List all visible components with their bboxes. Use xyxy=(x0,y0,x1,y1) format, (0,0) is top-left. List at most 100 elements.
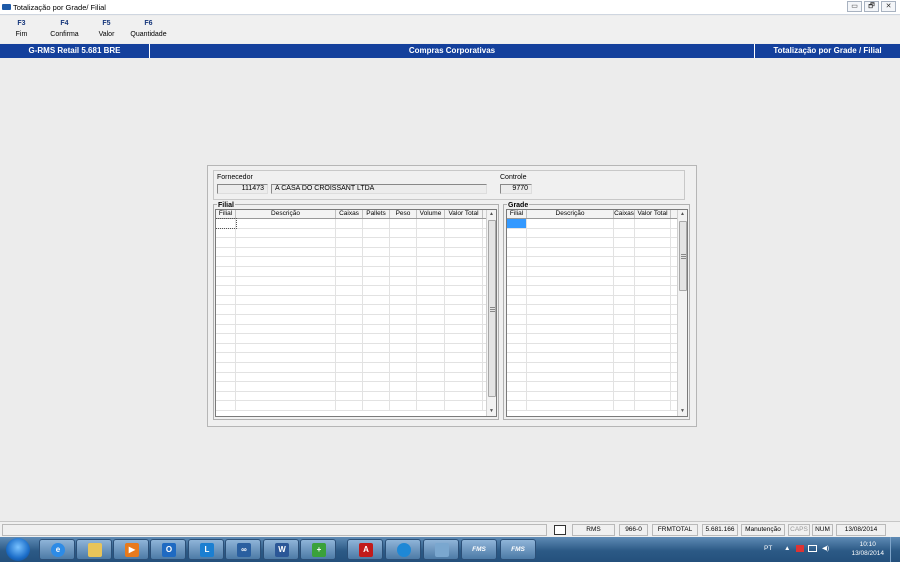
table-cell[interactable] xyxy=(507,247,527,257)
table-cell[interactable] xyxy=(390,353,417,362)
table-cell[interactable] xyxy=(507,295,527,305)
table-cell[interactable] xyxy=(390,334,417,343)
taskbar-db[interactable]: + xyxy=(300,539,336,560)
table-cell[interactable] xyxy=(336,257,363,266)
table-cell[interactable] xyxy=(363,334,390,343)
table-cell[interactable] xyxy=(635,334,671,343)
table-cell[interactable] xyxy=(614,238,635,247)
table-cell[interactable] xyxy=(390,305,417,314)
table-cell[interactable] xyxy=(527,353,614,362)
column-header[interactable]: Peso xyxy=(390,210,417,218)
table-cell[interactable] xyxy=(507,372,527,382)
taskbar-fms-1[interactable]: FMS xyxy=(461,539,497,560)
table-cell[interactable] xyxy=(390,372,417,382)
table-row[interactable] xyxy=(507,324,687,335)
table-cell[interactable] xyxy=(336,401,363,410)
table-cell[interactable] xyxy=(390,266,417,276)
table-cell[interactable] xyxy=(417,305,445,314)
table-cell[interactable] xyxy=(527,276,614,286)
column-header[interactable]: Filial xyxy=(216,210,236,218)
table-row[interactable] xyxy=(216,295,496,306)
table-cell[interactable] xyxy=(527,219,614,228)
table-cell[interactable] xyxy=(236,247,336,257)
table-cell[interactable] xyxy=(216,276,236,286)
table-cell[interactable] xyxy=(236,334,336,343)
table-cell[interactable] xyxy=(216,353,236,362)
scroll-up-arrow[interactable]: ▲ xyxy=(487,210,496,219)
table-cell[interactable] xyxy=(236,343,336,353)
table-cell[interactable] xyxy=(527,257,614,266)
taskbar-fms-2[interactable]: FMS xyxy=(500,539,536,560)
table-cell[interactable] xyxy=(363,343,390,353)
table-cell[interactable] xyxy=(236,257,336,266)
table-cell[interactable] xyxy=(635,228,671,238)
table-cell[interactable] xyxy=(236,238,336,247)
table-cell[interactable] xyxy=(236,324,336,334)
table-cell[interactable] xyxy=(527,286,614,295)
scroll-down-arrow[interactable]: ▼ xyxy=(487,407,496,416)
filial-scrollbar[interactable]: ▲ ▼ xyxy=(486,210,496,416)
grade-grid[interactable]: Filial Descrição Caixas Valor Total ▲ ▼ xyxy=(506,209,688,417)
table-cell[interactable] xyxy=(417,247,445,257)
table-cell[interactable] xyxy=(445,219,483,228)
table-cell[interactable] xyxy=(635,382,671,391)
table-row[interactable] xyxy=(507,362,687,373)
table-cell[interactable] xyxy=(635,353,671,362)
table-cell[interactable] xyxy=(336,219,363,228)
table-cell[interactable] xyxy=(507,286,527,295)
column-header[interactable]: Caixas xyxy=(614,210,635,218)
table-cell[interactable] xyxy=(336,228,363,238)
table-cell[interactable] xyxy=(417,228,445,238)
table-row[interactable] xyxy=(507,276,687,287)
table-cell[interactable] xyxy=(417,276,445,286)
column-header[interactable]: Volume xyxy=(417,210,445,218)
fornecedor-code-field[interactable]: 111473 xyxy=(217,184,268,194)
table-cell[interactable] xyxy=(507,276,527,286)
table-cell[interactable] xyxy=(363,382,390,391)
table-cell[interactable] xyxy=(417,257,445,266)
table-cell[interactable] xyxy=(336,353,363,362)
grade-scrollbar[interactable]: ▲ ▼ xyxy=(677,210,687,416)
table-cell[interactable] xyxy=(336,324,363,334)
table-cell[interactable] xyxy=(527,391,614,401)
taskbar-explorer[interactable] xyxy=(76,539,112,560)
table-cell[interactable] xyxy=(417,401,445,410)
table-cell[interactable] xyxy=(614,324,635,334)
table-cell[interactable] xyxy=(417,372,445,382)
table-cell[interactable] xyxy=(527,372,614,382)
table-cell[interactable] xyxy=(507,334,527,343)
table-cell[interactable] xyxy=(363,247,390,257)
taskbar-word[interactable]: W xyxy=(263,539,299,560)
table-cell[interactable] xyxy=(417,219,445,228)
table-cell[interactable] xyxy=(507,324,527,334)
table-cell[interactable] xyxy=(216,343,236,353)
table-cell[interactable] xyxy=(507,391,527,401)
table-row[interactable] xyxy=(216,305,496,315)
language-indicator[interactable]: PT xyxy=(764,545,772,552)
taskbar-app[interactable]: ∞ xyxy=(225,539,261,560)
table-cell[interactable] xyxy=(336,372,363,382)
table-cell[interactable] xyxy=(336,343,363,353)
table-cell[interactable] xyxy=(507,219,527,228)
table-cell[interactable] xyxy=(390,391,417,401)
controle-field[interactable]: 9770 xyxy=(500,184,532,194)
table-cell[interactable] xyxy=(336,305,363,314)
table-cell[interactable] xyxy=(614,295,635,305)
table-cell[interactable] xyxy=(445,353,483,362)
table-cell[interactable] xyxy=(614,257,635,266)
table-cell[interactable] xyxy=(216,372,236,382)
table-cell[interactable] xyxy=(445,276,483,286)
valor-button[interactable]: F5 Valor xyxy=(86,16,127,43)
table-cell[interactable] xyxy=(363,228,390,238)
taskbar-ie[interactable]: e xyxy=(39,539,75,560)
table-row[interactable] xyxy=(216,372,496,383)
table-cell[interactable] xyxy=(527,324,614,334)
table-row[interactable] xyxy=(216,314,496,325)
table-row[interactable] xyxy=(216,228,496,239)
table-cell[interactable] xyxy=(216,362,236,372)
table-cell[interactable] xyxy=(507,401,527,410)
table-cell[interactable] xyxy=(635,286,671,295)
table-row[interactable] xyxy=(507,305,687,315)
minimize-button[interactable]: ▭ xyxy=(847,1,862,12)
table-cell[interactable] xyxy=(635,391,671,401)
